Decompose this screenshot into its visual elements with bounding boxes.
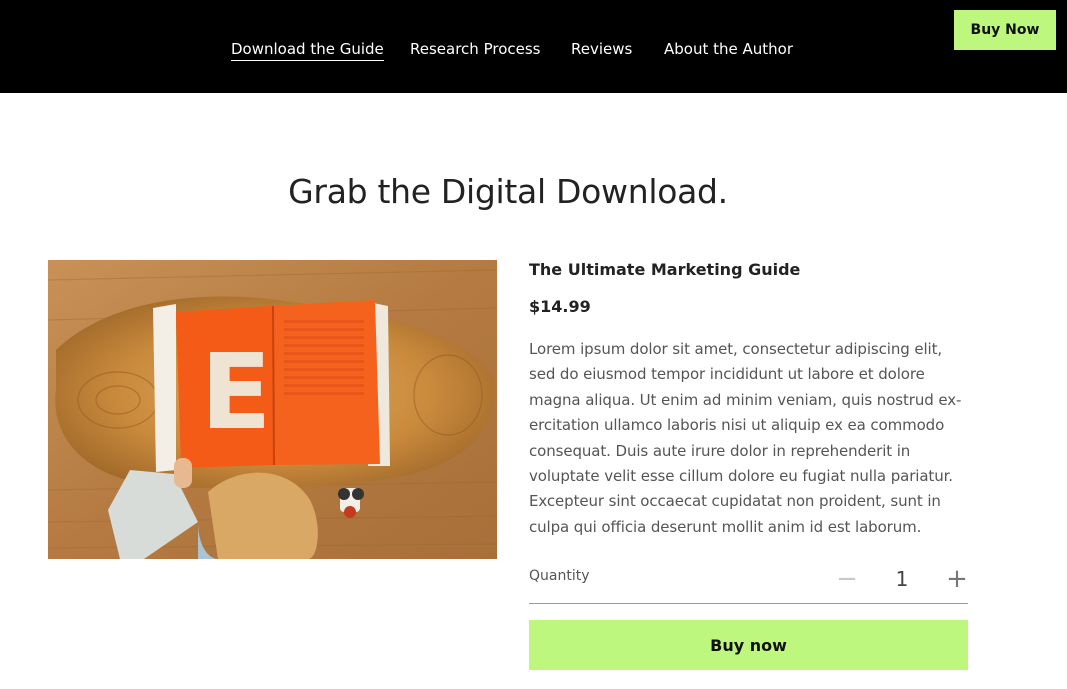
quantity-value[interactable]: 1 (884, 566, 920, 592)
quantity-stepper: Quantity − 1 + (529, 562, 968, 604)
description-line: magna aliqua. Ut enim ad minim veniam, q… (529, 390, 962, 409)
nav-link-reviews[interactable]: Reviews (571, 38, 632, 60)
plus-icon[interactable]: + (945, 564, 969, 594)
product-description: Lorem ipsum dolor sit amet, consectetur … (529, 337, 969, 540)
minus-icon[interactable]: − (835, 564, 859, 594)
product-price: $14.99 (529, 297, 591, 316)
top-navigation-bar: Download the Guide Research Process Revi… (0, 0, 1067, 93)
nav-link-research-process[interactable]: Research Process (410, 38, 540, 60)
nav-link-download-guide[interactable]: Download the Guide (231, 38, 384, 61)
section-heading: Grab the Digital Download. (288, 172, 728, 211)
product-title: The Ultimate Marketing Guide (529, 260, 801, 279)
description-line: Lorem ipsum dolor sit amet, consectetur … (529, 340, 943, 358)
description-line: voluptate velit esse cillum dolore eu fu… (529, 467, 953, 486)
description-line: ercitation ullamco laboris nisi ut aliqu… (529, 416, 945, 435)
buy-now-button[interactable]: Buy now (529, 620, 968, 670)
description-line: sed do eiusmod tempor incididunt ut labo… (529, 365, 925, 384)
nav-link-about-author[interactable]: About the Author (664, 38, 793, 60)
description-line: consequat. Duis aute irure dolor in repr… (529, 441, 911, 460)
header-buy-now-button[interactable]: Buy Now (954, 10, 1056, 50)
product-photo: E (48, 260, 497, 559)
book-photo-icon: E (48, 260, 497, 559)
quantity-label: Quantity (529, 568, 590, 584)
book-letter: E (200, 331, 271, 453)
description-line: culpa qui officia deserunt mollit anim i… (529, 517, 922, 536)
description-line: Excepteur sint occaecat cupidatat non pr… (529, 492, 941, 511)
main-nav: Download the Guide Research Process Revi… (0, 38, 1067, 62)
